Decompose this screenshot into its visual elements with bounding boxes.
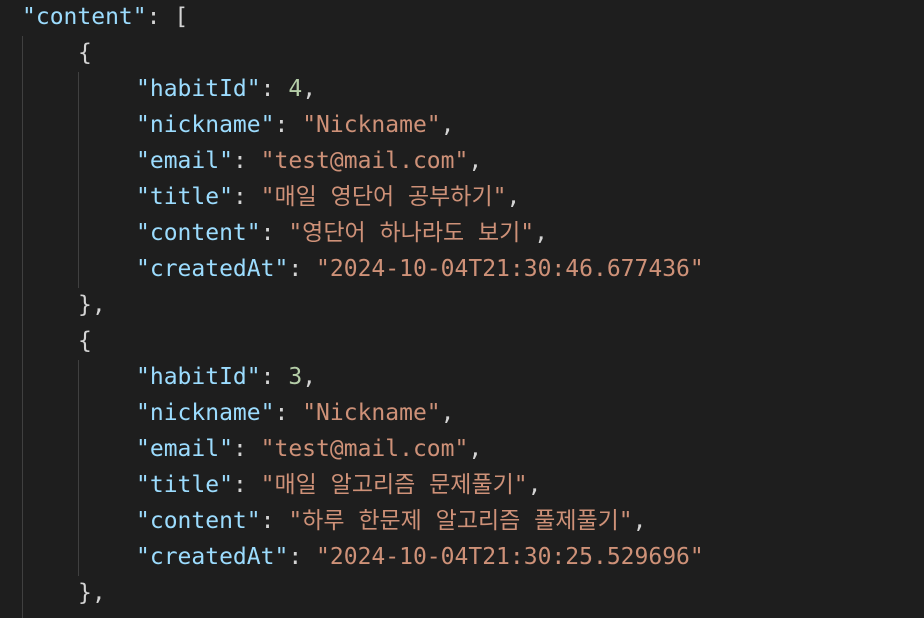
json-brace: { xyxy=(78,328,92,354)
json-key: "content" xyxy=(22,4,147,30)
json-key: "title" xyxy=(136,184,233,210)
json-comma: , xyxy=(440,112,455,138)
json-colon: : xyxy=(274,400,303,426)
code-line: "createdAt": "2024-10-04T21:30:25.529696… xyxy=(136,539,704,575)
json-comma: , xyxy=(506,184,521,210)
json-key: "createdAt" xyxy=(136,256,289,282)
json-key: "title" xyxy=(136,472,233,498)
json-key: "nickname" xyxy=(136,112,275,138)
json-colon: : xyxy=(232,184,261,210)
json-colon: : xyxy=(232,472,261,498)
code-line: "title": "매일 알고리즘 문제풀기", xyxy=(136,467,542,503)
code-line: { xyxy=(78,35,92,71)
code-line: }, xyxy=(78,287,106,323)
json-colon: : xyxy=(288,256,317,282)
json-comma: , xyxy=(632,508,647,534)
json-key: "habitId" xyxy=(136,364,261,390)
code-line: "habitId": 4, xyxy=(136,71,316,107)
code-line: "email": "test@mail.com", xyxy=(136,431,482,467)
indent-guide xyxy=(22,36,23,618)
code-line: "title": "매일 영단어 공부하기", xyxy=(136,179,520,215)
json-string: "Nickname" xyxy=(302,112,441,138)
json-key: "email" xyxy=(136,436,233,462)
code-line: "content": "하루 한문제 알고리즘 풀제풀기", xyxy=(136,503,647,539)
json-string: "하루 한문제 알고리즘 풀제풀기" xyxy=(288,508,633,534)
json-number: 3 xyxy=(288,364,303,390)
json-string: "2024-10-04T21:30:25.529696" xyxy=(316,544,704,570)
json-string: "영단어 하나라도 보기" xyxy=(288,220,535,246)
code-line: "createdAt": "2024-10-04T21:30:46.677436… xyxy=(136,251,704,287)
json-key: "habitId" xyxy=(136,76,261,102)
json-key: "email" xyxy=(136,148,233,174)
json-comma: , xyxy=(302,76,317,102)
json-colon: : xyxy=(232,436,261,462)
indent-guide xyxy=(78,72,79,288)
json-string: "test@mail.com" xyxy=(260,436,469,462)
code-line: "habitId": 3, xyxy=(136,359,316,395)
json-comma: , xyxy=(534,220,549,246)
json-colon: : xyxy=(288,544,317,570)
code-line: "email": "test@mail.com", xyxy=(136,143,482,179)
json-string: "매일 영단어 공부하기" xyxy=(260,184,507,210)
json-comma: , xyxy=(302,364,317,390)
json-colon: : xyxy=(146,4,175,30)
code-line: }, xyxy=(78,575,106,611)
json-key: "createdAt" xyxy=(136,544,289,570)
json-brace: }, xyxy=(78,292,106,318)
json-bracket: [ xyxy=(174,4,189,30)
json-comma: , xyxy=(468,436,483,462)
json-comma: , xyxy=(468,148,483,174)
code-line: "nickname": "Nickname", xyxy=(136,107,455,143)
json-colon: : xyxy=(260,364,289,390)
json-string: "test@mail.com" xyxy=(260,148,469,174)
json-string: "Nickname" xyxy=(302,400,441,426)
json-key: "content" xyxy=(136,508,261,534)
code-editor[interactable]: "content": [ { "habitId": 4, "nickname":… xyxy=(0,0,924,618)
json-brace: }, xyxy=(78,580,106,606)
indent-guide xyxy=(78,360,79,576)
json-number: 4 xyxy=(288,76,303,102)
json-key: "content" xyxy=(136,220,261,246)
code-line: "nickname": "Nickname", xyxy=(136,395,455,431)
json-colon: : xyxy=(274,112,303,138)
json-brace: { xyxy=(78,40,92,66)
json-colon: : xyxy=(260,508,289,534)
json-colon: : xyxy=(260,220,289,246)
json-colon: : xyxy=(232,148,261,174)
json-key: "nickname" xyxy=(136,400,275,426)
json-comma: , xyxy=(527,472,542,498)
json-colon: : xyxy=(260,76,289,102)
code-line: { xyxy=(78,323,92,359)
json-string: "매일 알고리즘 문제풀기" xyxy=(260,472,528,498)
code-line: "content": [ xyxy=(22,0,188,35)
code-line: "content": "영단어 하나라도 보기", xyxy=(136,215,548,251)
json-string: "2024-10-04T21:30:46.677436" xyxy=(316,256,704,282)
json-comma: , xyxy=(440,400,455,426)
